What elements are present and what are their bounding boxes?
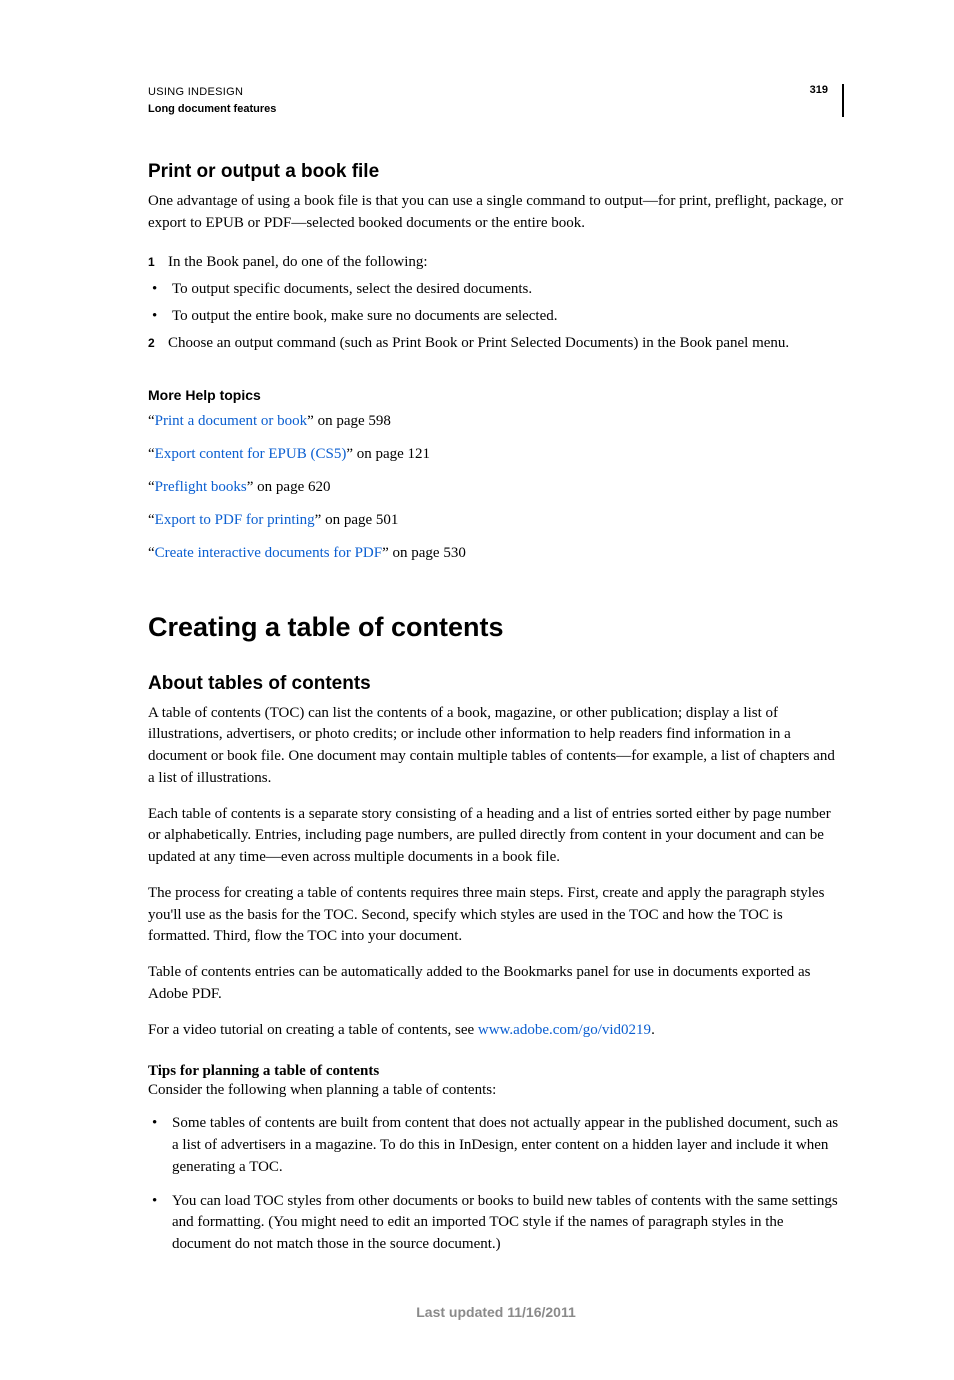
body-paragraph: Each table of contents is a separate sto… bbox=[148, 804, 844, 869]
list-item: • Some tables of contents are built from… bbox=[148, 1113, 844, 1178]
help-links: “Print a document or book” on page 598 “… bbox=[148, 411, 844, 564]
tips-list: • Some tables of contents are built from… bbox=[148, 1113, 844, 1256]
xref-link[interactable]: Create interactive documents for PDF bbox=[155, 545, 382, 561]
help-link-row: “Export to PDF for printing” on page 501 bbox=[148, 510, 844, 531]
step-row: • To output the entire book, make sure n… bbox=[148, 303, 844, 330]
document-page: USING INDESIGN Long document features 31… bbox=[0, 0, 954, 1380]
bullet-icon: • bbox=[148, 276, 172, 303]
body-paragraph: The process for creating a table of cont… bbox=[148, 883, 844, 948]
step-number: 2 bbox=[148, 330, 168, 357]
page-header: USING INDESIGN Long document features 31… bbox=[148, 84, 844, 117]
tips-intro: Consider the following when planning a t… bbox=[148, 1082, 844, 1099]
step-row: 1 In the Book panel, do one of the follo… bbox=[148, 249, 844, 276]
page-number: 319 bbox=[810, 84, 828, 96]
step-text: To output specific documents, select the… bbox=[172, 276, 844, 303]
footer-last-updated: Last updated 11/16/2011 bbox=[148, 1304, 844, 1320]
step-text: In the Book panel, do one of the followi… bbox=[168, 249, 844, 276]
step-text: To output the entire book, make sure no … bbox=[172, 303, 844, 330]
list-item-text: You can load TOC styles from other docum… bbox=[172, 1191, 844, 1256]
section-title-print-output: Print or output a book file bbox=[148, 161, 844, 183]
bullet-icon: • bbox=[148, 1113, 172, 1178]
more-help-heading: More Help topics bbox=[148, 387, 844, 403]
header-book-title: USING INDESIGN bbox=[148, 84, 276, 101]
xref-link[interactable]: Print a document or book bbox=[155, 413, 307, 429]
list-item: • You can load TOC styles from other doc… bbox=[148, 1191, 844, 1256]
header-chapter: Long document features bbox=[148, 101, 276, 118]
xref-link[interactable]: Preflight books bbox=[155, 479, 247, 495]
body-paragraph: Table of contents entries can be automat… bbox=[148, 962, 844, 1006]
help-link-row: “Create interactive documents for PDF” o… bbox=[148, 543, 844, 564]
help-link-row: “Export content for EPUB (CS5)” on page … bbox=[148, 444, 844, 465]
section-intro: One advantage of using a book file is th… bbox=[148, 191, 844, 235]
bullet-icon: • bbox=[148, 1191, 172, 1256]
help-link-row: “Print a document or book” on page 598 bbox=[148, 411, 844, 432]
section-title-about-toc: About tables of contents bbox=[148, 673, 844, 695]
chapter-title: Creating a table of contents bbox=[148, 612, 844, 643]
xref-link[interactable]: Export to PDF for printing bbox=[155, 512, 315, 528]
bullet-icon: • bbox=[148, 303, 172, 330]
step-row: • To output specific documents, select t… bbox=[148, 276, 844, 303]
procedure-steps: 1 In the Book panel, do one of the follo… bbox=[148, 249, 844, 357]
help-link-row: “Preflight books” on page 620 bbox=[148, 477, 844, 498]
list-item-text: Some tables of contents are built from c… bbox=[172, 1113, 844, 1178]
step-text: Choose an output command (such as Print … bbox=[168, 330, 844, 357]
body-paragraph: For a video tutorial on creating a table… bbox=[148, 1020, 844, 1042]
xref-link[interactable]: Export content for EPUB (CS5) bbox=[155, 446, 347, 462]
tips-heading: Tips for planning a table of contents bbox=[148, 1063, 844, 1080]
header-left: USING INDESIGN Long document features bbox=[148, 84, 276, 117]
step-row: 2 Choose an output command (such as Prin… bbox=[148, 330, 844, 357]
body-paragraph: A table of contents (TOC) can list the c… bbox=[148, 703, 844, 790]
external-link[interactable]: www.adobe.com/go/vid0219 bbox=[478, 1022, 651, 1038]
step-number: 1 bbox=[148, 249, 168, 276]
